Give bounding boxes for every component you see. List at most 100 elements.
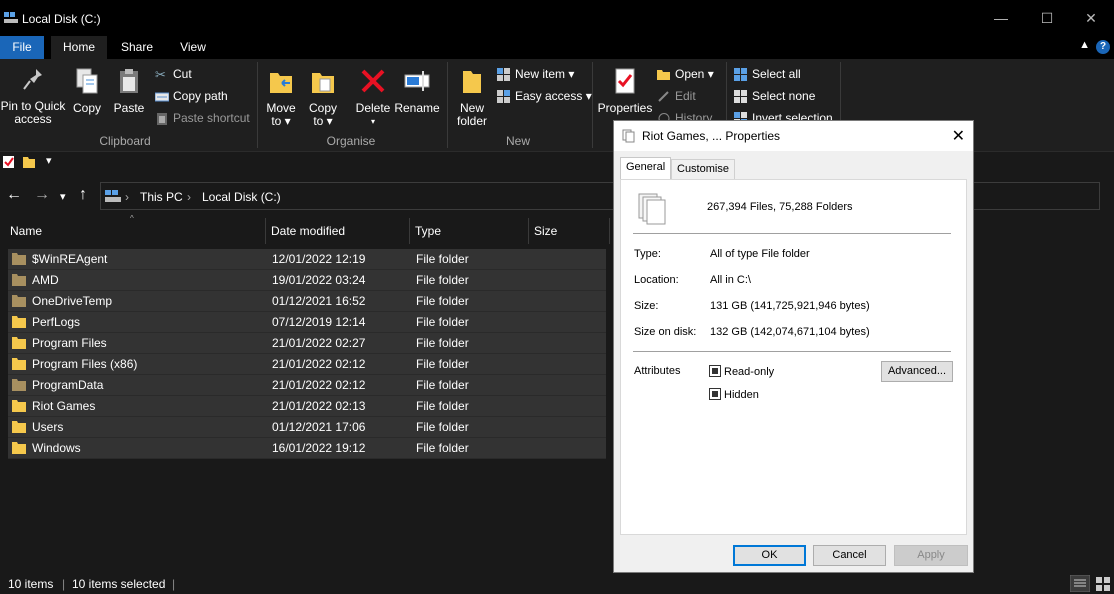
tab-general[interactable]: General — [620, 157, 672, 180]
copy-label: Copy — [72, 101, 101, 115]
edit-icon — [658, 91, 669, 103]
type-value: All of type File folder — [710, 248, 810, 260]
properties-quick-icon[interactable] — [2, 155, 16, 169]
paste-label: Paste — [113, 101, 145, 115]
easy-access-icon — [497, 90, 510, 104]
advanced-button[interactable]: Advanced... — [881, 361, 953, 382]
location-label: Location: — [634, 274, 679, 286]
back-arrow-icon[interactable]: ← — [6, 186, 22, 204]
breadcrumb-local-disk[interactable]: Local Disk (C:) — [202, 190, 281, 204]
help-icon[interactable]: ? — [1096, 40, 1110, 54]
table-row[interactable]: Program Files 21/01/2022 02:27 File folder — [8, 333, 606, 354]
ok-button[interactable]: OK — [733, 545, 806, 566]
select-all-button[interactable]: Select all — [734, 65, 801, 83]
file-type: File folder — [416, 273, 469, 287]
properties-icon — [615, 68, 635, 94]
folder-icon — [12, 253, 26, 265]
breadcrumb-this-pc[interactable]: This PC — [140, 190, 183, 204]
column-name[interactable]: Name — [6, 218, 266, 244]
table-row[interactable]: AMD 19/01/2022 03:24 File folder — [8, 270, 606, 291]
open-button[interactable]: Open ▾ — [657, 65, 714, 83]
large-icons-view-icon[interactable] — [1094, 575, 1112, 592]
copy-button[interactable]: Copy — [70, 67, 104, 115]
dialog-close-icon[interactable]: ✕ — [952, 126, 965, 146]
file-type: File folder — [416, 441, 469, 455]
table-row[interactable]: Riot Games 21/01/2022 02:13 File folder — [8, 396, 606, 417]
attributes-label: Attributes — [634, 365, 681, 377]
tab-home[interactable]: Home — [51, 36, 107, 59]
selected-count: 10 items selected — [72, 577, 166, 591]
tab-file[interactable]: File — [0, 36, 44, 59]
copy-path-button[interactable]: Copy path — [155, 87, 228, 105]
table-row[interactable]: Program Files (x86) 21/01/2022 02:12 File … — [8, 354, 606, 375]
delete-dropdown-icon[interactable]: ▾ — [354, 115, 392, 128]
file-type: File folder — [416, 357, 469, 371]
paste-button[interactable]: Paste — [110, 67, 148, 115]
hidden-checkbox[interactable] — [709, 388, 721, 400]
new-item-button[interactable]: New item ▾ — [497, 65, 574, 83]
group-divider — [592, 62, 593, 148]
folder-icon — [12, 379, 26, 391]
column-size[interactable]: Size — [530, 218, 610, 244]
read-only-checkbox[interactable] — [709, 365, 721, 377]
open-folder-icon — [657, 70, 670, 81]
file-name: Windows — [32, 441, 81, 455]
tab-view[interactable]: View — [170, 36, 216, 59]
column-date-modified[interactable]: Date modified — [267, 218, 410, 244]
recent-locations-icon[interactable]: ▾ — [60, 190, 66, 203]
tab-share[interactable]: Share — [114, 36, 160, 59]
table-row[interactable]: OneDriveTemp 01/12/2021 16:52 File folder — [8, 291, 606, 312]
easy-access-button[interactable]: Easy access ▾ — [497, 87, 592, 105]
customize-toolbar-icon[interactable]: ▾ — [46, 154, 52, 167]
size-on-disk-value: 132 GB (142,074,671,104 bytes) — [710, 326, 870, 338]
table-row[interactable]: $WinREAgent 12/01/2022 12:19 File folder — [8, 249, 606, 270]
table-row[interactable]: ProgramData 21/01/2022 02:12 File folder — [8, 375, 606, 396]
files-icon — [622, 129, 635, 143]
table-row[interactable]: PerfLogs 07/12/2019 12:14 File folder — [8, 312, 606, 333]
new-folder-quick-icon[interactable] — [22, 155, 36, 169]
new-folder-button[interactable]: New folder — [452, 67, 492, 128]
properties-button[interactable]: Properties — [597, 67, 653, 115]
details-view-icon[interactable] — [1070, 575, 1090, 592]
general-panel: 267,394 Files, 75,288 Folders Type: All … — [620, 179, 967, 535]
organise-group-label: Organise — [326, 134, 376, 148]
cut-button[interactable]: ✂ Cut — [155, 65, 192, 83]
item-count: 10 items — [8, 577, 54, 591]
delete-button[interactable]: Delete ▾ — [354, 67, 392, 128]
file-type: File folder — [416, 399, 469, 413]
column-type[interactable]: Type — [411, 218, 529, 244]
dialog-title: Riot Games, ... Properties — [642, 129, 781, 143]
table-row[interactable]: Users 01/12/2021 17:06 File folder — [8, 417, 606, 438]
folder-icon — [12, 316, 26, 328]
paste-icon — [120, 69, 138, 93]
select-none-button[interactable]: Select none — [734, 87, 815, 105]
file-type: File folder — [416, 315, 469, 329]
collapse-ribbon-icon[interactable]: ▲ — [1079, 39, 1090, 51]
folder-icon — [12, 421, 26, 433]
file-date: 12/01/2022 12:19 — [272, 252, 366, 266]
file-type: File folder — [416, 252, 469, 266]
move-to-button[interactable]: Move to ▾ — [262, 67, 300, 128]
status-bar: 10 items | 10 items selected | — [0, 572, 1114, 594]
edit-button[interactable]: Edit — [657, 87, 696, 105]
paste-shortcut-button[interactable]: Paste shortcut — [155, 109, 250, 127]
apply-button[interactable]: Apply — [894, 545, 968, 566]
minimize-button[interactable]: — — [978, 0, 1024, 36]
close-button[interactable]: ✕ — [1068, 0, 1114, 36]
rename-button[interactable]: Rename — [394, 67, 440, 115]
file-date: 16/01/2022 19:12 — [272, 441, 366, 455]
copy-to-button[interactable]: Copy to ▾ — [304, 67, 342, 128]
up-arrow-icon[interactable]: ↑ — [79, 186, 87, 204]
pin-to-quick-access-button[interactable]: Pin to Quick access — [0, 67, 66, 126]
forward-arrow-icon[interactable]: → — [34, 186, 50, 204]
folder-icon — [12, 400, 26, 412]
maximize-button[interactable]: ☐ — [1024, 0, 1070, 36]
tab-customise[interactable]: Customise — [671, 159, 735, 179]
copy-to-icon — [312, 73, 334, 93]
cancel-button[interactable]: Cancel — [813, 545, 886, 566]
delete-label: Delete — [355, 101, 391, 115]
table-row[interactable]: Windows 16/01/2022 19:12 File folder — [8, 438, 606, 459]
file-name: OneDriveTemp — [32, 294, 113, 308]
copy-to-label: Copy to ▾ — [308, 101, 337, 128]
file-date: 07/12/2019 12:14 — [272, 315, 366, 329]
